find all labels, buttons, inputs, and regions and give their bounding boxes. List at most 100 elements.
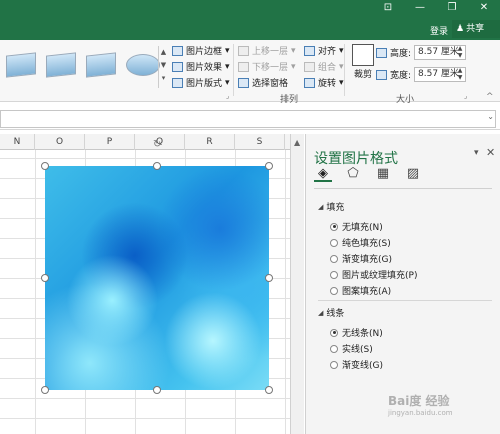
resize-handle[interactable] [153,386,161,394]
restore-button[interactable]: ❐ [436,0,468,16]
chevron-down-icon[interactable]: ⌄ [487,112,494,121]
crop-button[interactable]: 裁剪 [352,44,374,80]
align-label: 对齐 [318,47,337,57]
line-option[interactable]: 渐变线(G) [330,358,383,371]
picture-icon[interactable]: ▨ [404,166,422,182]
minimize-button[interactable]: — [404,0,436,16]
column-header[interactable]: S [235,134,285,150]
crop-label: 裁剪 [353,70,372,80]
bring-forward-button[interactable]: 上移一层 ▾ [238,44,296,57]
ribbon-display-button[interactable]: ⊡ [372,0,404,16]
fill-section-header[interactable]: ◢ 填充 [318,200,344,214]
rotate-button[interactable]: 旋转 ▾ [304,76,344,89]
arrange-group-label: 排列 [280,95,299,105]
align-button[interactable]: 对齐 ▾ [304,44,344,57]
window-controls: ⊡ — ❐ ✕ [372,0,500,16]
rotate-label: 旋转 [318,79,337,89]
picture-style-thumb[interactable] [46,52,76,78]
size-group-label: 大小 [396,95,415,105]
send-backward-icon [238,61,249,72]
collapse-triangle-icon: ◢ [318,202,324,211]
width-spinner[interactable]: ▲ ▼ [456,67,464,82]
column-header[interactable]: R [185,134,235,150]
height-icon [376,47,387,58]
resize-handle[interactable] [265,162,273,170]
picture-border-label: 图片边框 [186,47,223,57]
watermark: Bai度 经验 jingyan.baidu.com [388,392,453,417]
rotate-icon [304,77,315,88]
picture-style-thumb[interactable] [6,52,36,78]
resize-handle[interactable] [41,386,49,394]
column-header[interactable]: P [85,134,135,150]
selected-picture[interactable] [45,166,269,390]
line-section-header[interactable]: ◢ 线条 [318,306,344,320]
picture-effects-icon [172,61,183,72]
collapse-ribbon-icon[interactable]: ^ [486,92,494,102]
height-spinner[interactable]: ▲ ▼ [456,45,464,60]
fill-option[interactable]: 渐变填充(G) [330,252,392,265]
radio [330,254,338,263]
share-button[interactable]: ♟ 共享 [452,20,500,38]
bring-forward-label: 上移一层 [252,47,289,57]
picture-styles-gallery [0,44,168,86]
effects-pentagon-icon[interactable]: ⬠ [344,166,362,182]
pane-divider [314,188,492,189]
picture-border-button[interactable]: 图片边框 ▾ [172,44,230,57]
rotate-handle-icon[interactable]: ↻ [153,140,163,150]
height-label: 高度: [376,46,411,59]
ribbon: ▲ ▼ ▾ 图片边框 ▾ 图片效果 ▾ 图片版式 ▾ ⌟ 上移一层 ▾ 下移一层 ▾ 选择窗格… [0,40,500,105]
picture-effects-button[interactable]: 图片效果 ▾ [172,60,230,73]
selection-pane-label: 选择窗格 [252,79,289,89]
radio [330,360,338,369]
resize-handle[interactable] [41,274,49,282]
group-button[interactable]: 组合 ▾ [304,60,344,73]
formula-bar: ⌄ [0,108,500,130]
selection-pane-icon [238,77,249,88]
line-option[interactable]: 无线条(N) [330,326,383,339]
resize-handle[interactable] [41,162,49,170]
fill-option[interactable]: 图案填充(A) [330,284,391,297]
column-header[interactable]: O [35,134,85,150]
vertical-scrollbar[interactable]: ▲ [290,134,304,434]
fill-option[interactable]: 无填充(N) [330,220,383,233]
dialog-launcher-icon[interactable]: ⌟ [226,92,229,100]
group-icon [304,61,315,72]
resize-handle[interactable] [265,274,273,282]
radio-selected [330,222,338,231]
login-link[interactable]: 登录 [430,24,448,37]
bring-forward-icon [238,45,249,56]
column-header[interactable]: N [0,134,35,150]
fill-line-icon[interactable]: ◈ [314,166,332,182]
radio [330,270,338,279]
pane-title: 设置图片格式 [314,151,398,167]
resize-handle[interactable] [265,386,273,394]
title-bar: ⊡ — ❐ ✕ 登录 ♟ 共享 [0,0,500,40]
collapse-triangle-icon: ◢ [318,308,324,317]
formula-input[interactable] [0,110,496,128]
size-properties-icon[interactable]: ▦ [374,166,392,182]
dialog-launcher-icon[interactable]: ⌟ [464,92,467,100]
fill-option[interactable]: 纯色填充(S) [330,236,391,249]
close-button[interactable]: ✕ [468,0,500,16]
group-label: 组合 [318,63,337,73]
gallery-scroll[interactable]: ▲ ▼ ▾ [158,46,168,88]
line-option[interactable]: 实线(S) [330,342,373,355]
fill-option[interactable]: 图片或纹理填充(P) [330,268,417,281]
scroll-up-icon[interactable]: ▲ [294,138,300,147]
picture-layout-button[interactable]: 图片版式 ▾ [172,76,230,89]
align-icon [304,45,315,56]
pane-options-icon[interactable]: ▾ [474,148,479,158]
close-icon[interactable]: ✕ [486,146,495,159]
share-label: 共享 [466,24,485,34]
picture-style-thumb[interactable] [86,52,116,78]
send-backward-button[interactable]: 下移一层 ▾ [238,60,296,73]
format-picture-pane: 设置图片格式 ▾ ✕ ◈ ⬠ ▦ ▨ ◢ 填充 无填充(N) 纯色填充(S) 渐… [305,134,500,434]
radio-selected [330,328,338,337]
width-icon [376,69,387,80]
picture-layout-label: 图片版式 [186,79,223,89]
send-backward-label: 下移一层 [252,63,289,73]
radio [330,286,338,295]
selection-pane-button[interactable]: 选择窗格 [238,76,288,89]
picture-style-thumb[interactable] [126,54,160,76]
resize-handle[interactable] [153,162,161,170]
